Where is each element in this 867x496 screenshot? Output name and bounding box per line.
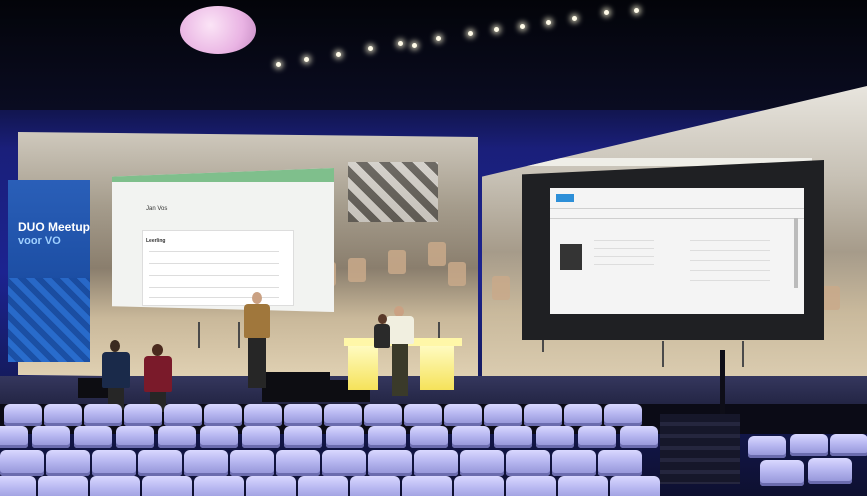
app-button (556, 194, 574, 202)
projected-screen-right (522, 160, 824, 340)
spotlight (412, 43, 417, 48)
spotlight (546, 20, 551, 25)
spotlight (572, 16, 577, 21)
section-heading: Leerling (146, 238, 166, 244)
student-name: Jan Vos (146, 206, 168, 212)
banner-subtitle: voor VO (18, 235, 61, 247)
audience-seats (0, 400, 867, 496)
light-balloon (180, 6, 256, 54)
auditorium-scene: DUO Meetup voor VO Jan Vos Leerling (0, 0, 867, 496)
spotlight (336, 52, 341, 57)
spotlight (468, 31, 473, 36)
spotlight (398, 41, 403, 46)
banner-title: DUO Meetup (18, 220, 90, 234)
spotlight (304, 57, 309, 62)
spotlight (634, 8, 639, 13)
event-banner: DUO Meetup voor VO (8, 180, 90, 362)
spotlight (436, 36, 441, 41)
banner-pattern (8, 278, 90, 362)
projected-screen-left: Jan Vos Leerling (112, 168, 334, 312)
presenter-desk (348, 346, 378, 390)
spotlight (520, 24, 525, 29)
spotlight (276, 62, 281, 67)
spotlight (494, 27, 499, 32)
ceiling (0, 0, 867, 110)
spotlight (368, 46, 373, 51)
browser-window (550, 188, 804, 314)
presenter-desk (420, 346, 454, 390)
student-photo (560, 244, 582, 270)
stage-monitor-speaker (262, 372, 330, 402)
spotlight (604, 10, 609, 15)
